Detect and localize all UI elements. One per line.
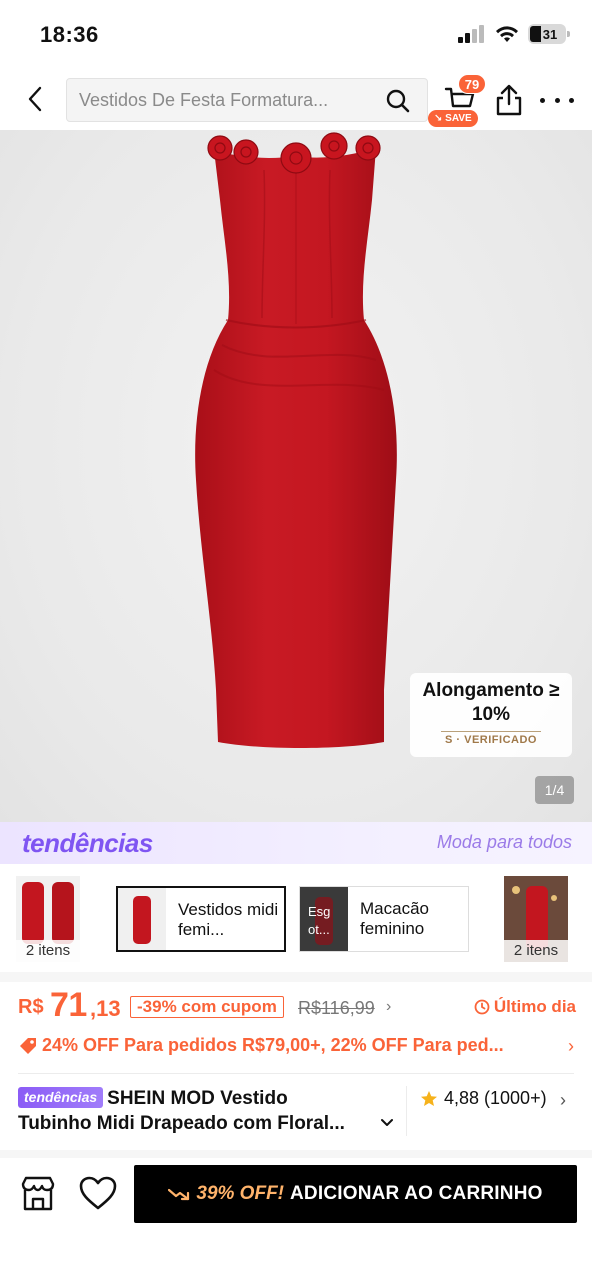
search-icon[interactable]	[385, 88, 411, 114]
product-title[interactable]: tendências SHEIN MOD Vestido Tubinho Midi…	[18, 1086, 398, 1136]
signal-icon	[458, 25, 484, 43]
clock-icon	[474, 999, 490, 1015]
store-button[interactable]	[18, 1174, 58, 1214]
cart-count-badge: 79	[458, 74, 486, 94]
chevron-right-icon[interactable]: ›	[386, 998, 391, 1016]
wishlist-button[interactable]	[78, 1174, 118, 1214]
title-line-2: Tubinho Midi Drapeado com Floral...	[18, 1113, 345, 1134]
countdown-label: Último dia	[474, 997, 576, 1017]
chevron-right-icon[interactable]: ›	[560, 1090, 566, 1111]
trend-down-icon: ↘	[434, 113, 443, 124]
add-cart-label: ADICIONAR AO CARRINHO	[290, 1183, 543, 1204]
last-day-text: Último dia	[493, 997, 576, 1016]
discount-badge: -39% com cupom	[130, 996, 284, 1018]
search-placeholder: Vestidos De Festa Formatura...	[79, 90, 329, 110]
stretch-info-card: Alongamento ≥ 10% S · VERIFICADO	[410, 673, 572, 757]
tag-icon	[20, 1038, 36, 1054]
cart-button[interactable]: 79 ↘ SAVE	[428, 74, 490, 128]
status-bar: 18:36 31	[0, 0, 592, 70]
product-image-gallery[interactable]: Alongamento ≥ 10% S · VERIFICADO 1/4	[0, 130, 592, 822]
store-icon	[21, 1176, 55, 1211]
item-count: 2 itens	[504, 940, 568, 962]
price-row: R$ 71 ,13 -39% com cupom R$116,99 › Últi…	[18, 986, 578, 1026]
promo-banner[interactable]: 24% OFF Para pedidos R$79,00+, 22% OFF P…	[18, 1032, 578, 1062]
add-to-cart-button[interactable]: 39% OFF! ADICIONAR AO CARRINHO	[134, 1165, 577, 1223]
chip-image	[118, 888, 166, 950]
trends-bar[interactable]: tendências Moda para todos	[0, 822, 592, 864]
battery-icon: 31	[528, 24, 570, 44]
heart-icon	[79, 1176, 117, 1210]
price-currency: R$	[18, 996, 44, 1018]
category-chip-jumpsuit[interactable]: Esg ot... Macacão feminino	[299, 886, 469, 952]
share-button[interactable]	[494, 84, 524, 116]
wifi-icon	[496, 26, 518, 42]
stretch-verified: S · VERIFICADO	[445, 734, 537, 746]
more-options-button[interactable]	[540, 90, 574, 110]
trends-slogan: Moda para todos	[436, 832, 572, 852]
chevron-down-icon[interactable]	[380, 1116, 394, 1130]
bottom-action-bar: 39% OFF! ADICIONAR AO CARRINHO	[0, 1158, 592, 1280]
chip-label: Macacão feminino	[360, 899, 429, 938]
rating[interactable]: 4,88 (1000+)	[420, 1088, 547, 1109]
more-dot-icon	[540, 97, 545, 103]
more-dot-icon	[554, 97, 560, 103]
trends-logo: tendências	[22, 828, 153, 858]
title-line-1: SHEIN MOD Vestido	[107, 1088, 288, 1109]
chip-image: Esg ot...	[300, 887, 348, 951]
related-categories: 2 itens Vestidos midi femi... Esg ot... …	[0, 872, 592, 964]
stretch-title: Alongamento ≥ 10%	[422, 680, 560, 725]
divider	[0, 972, 592, 982]
chevron-right-icon: ›	[568, 1036, 574, 1056]
price-cents: ,13	[90, 996, 121, 1021]
search-input[interactable]: Vestidos De Festa Formatura...	[66, 78, 428, 122]
original-price[interactable]: R$116,99	[298, 998, 375, 1019]
add-cart-discount: 39% OFF!	[196, 1183, 284, 1204]
status-time: 18:36	[40, 22, 99, 47]
promo-text: 24% OFF Para pedidos R$79,00+, 22% OFF P…	[42, 1035, 504, 1055]
divider	[0, 1150, 592, 1158]
header: Vestidos De Festa Formatura... 79 ↘ SAVE	[0, 70, 592, 130]
divider	[18, 1073, 574, 1074]
category-thumb-left[interactable]: 2 itens	[16, 876, 80, 962]
price-value: 71	[50, 986, 87, 1024]
divider	[441, 731, 541, 732]
image-counter: 1/4	[535, 776, 574, 804]
chevron-left-icon	[28, 86, 42, 112]
rating-value: 4,88 (1000+)	[444, 1088, 547, 1108]
trend-badge: tendências	[18, 1087, 104, 1108]
star-icon	[421, 1090, 437, 1106]
share-icon	[496, 84, 522, 116]
back-button[interactable]	[18, 82, 52, 116]
more-dot-icon	[569, 97, 574, 103]
sold-out-label: Esg ot...	[308, 904, 331, 937]
category-thumb-right[interactable]: 2 itens	[504, 876, 568, 962]
item-count: 2 itens	[16, 940, 80, 962]
trend-down-icon	[168, 1188, 190, 1201]
category-chip-midi-dresses[interactable]: Vestidos midi femi...	[116, 886, 286, 952]
battery-level: 31	[542, 26, 558, 42]
save-tag: ↘ SAVE	[428, 110, 478, 127]
status-icons: 31	[458, 24, 570, 44]
save-label: SAVE	[445, 113, 472, 124]
chip-label: Vestidos midi femi...	[178, 900, 279, 939]
divider	[406, 1086, 407, 1136]
